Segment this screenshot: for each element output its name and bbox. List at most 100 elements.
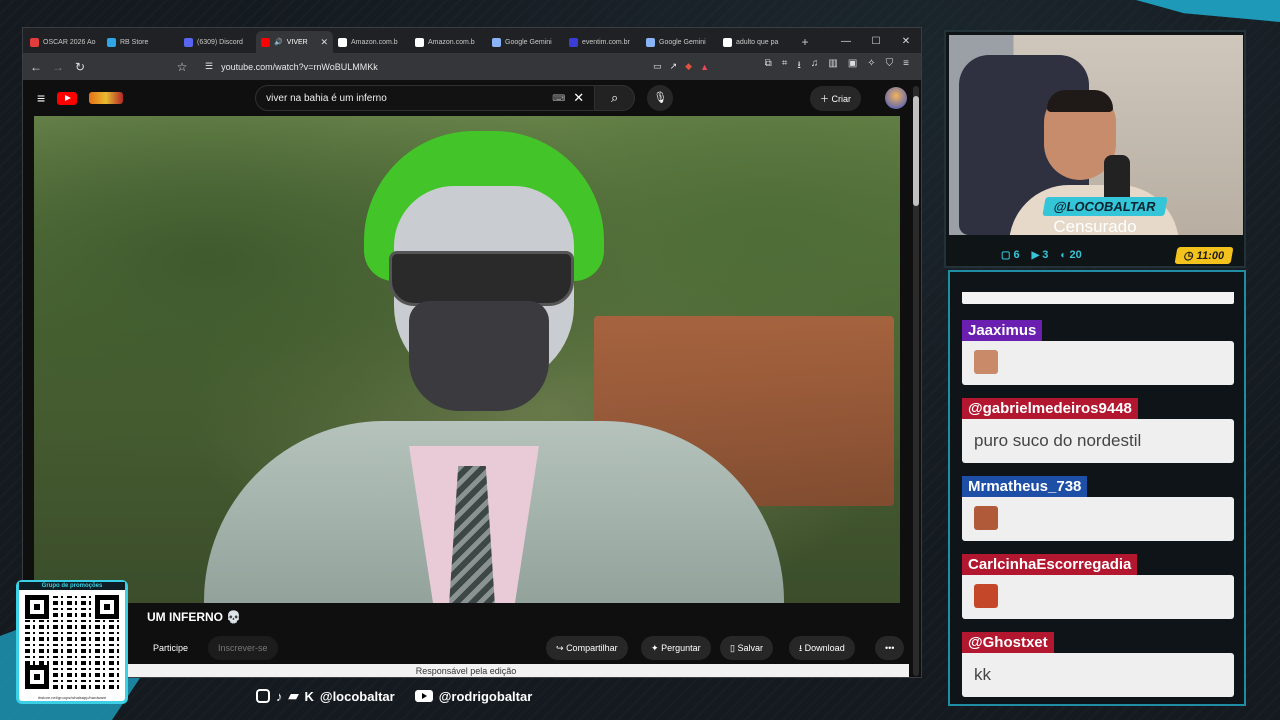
- search-button[interactable]: ⌕: [595, 85, 636, 111]
- cast-icon[interactable]: ▭: [653, 61, 662, 72]
- browser-tab[interactable]: OSCAR 2026 Ao: [25, 31, 102, 53]
- tab-label: VIVER: [286, 38, 308, 46]
- minimize-icon[interactable]: —: [831, 31, 861, 53]
- stream-stats: ▢ 6 ▶ 3 ◐ 20 ◷ 11:00: [946, 244, 1244, 266]
- save-icon: ▯: [730, 643, 735, 653]
- extension-shield-icon[interactable]: ◆: [685, 61, 692, 72]
- screenshot-icon[interactable]: ⌗: [782, 58, 788, 75]
- edit-credit-bar: Responsável pela edição: [23, 664, 909, 677]
- browser-tab[interactable]: adulto que pa: [718, 31, 795, 53]
- tab-label: (6309) Discord: [197, 38, 243, 46]
- browser-tab[interactable]: Google Gemini: [641, 31, 718, 53]
- download-icon[interactable]: ⭳: [797, 58, 801, 75]
- reload-icon[interactable]: ↻: [73, 60, 87, 74]
- kick-icon: K: [304, 688, 314, 704]
- browser-tab[interactable]: Amazon.com.b: [333, 31, 410, 53]
- youtube-page: ≡ viver na bahia é um inferno ⌨ ✕ ⌕ 🎙 ＋ …: [23, 80, 921, 677]
- tab-label: adulto que pa: [736, 38, 779, 46]
- extension-triangle-icon[interactable]: ▲: [700, 62, 709, 72]
- media-icon[interactable]: ♫: [811, 58, 819, 75]
- vpn-icon[interactable]: ⛉: [886, 58, 894, 75]
- chat-emote: [974, 584, 998, 608]
- youtube-count: ▶ 3: [1032, 249, 1049, 261]
- browser-tab[interactable]: RB Store: [102, 31, 179, 53]
- window-controls: — ☐ ✕: [831, 31, 921, 53]
- account-avatar[interactable]: [885, 87, 907, 109]
- create-button[interactable]: ＋ Criar: [809, 85, 861, 111]
- chat-count: ▢ 6: [1001, 249, 1020, 261]
- site-info-icon[interactable]: ☰: [205, 61, 213, 72]
- chat-username: @gabrielmedeiros9448: [962, 398, 1138, 419]
- url-text: youtube.com/watch?v=rnWoBULMMKk: [221, 61, 378, 72]
- url-input[interactable]: ☰ youtube.com/watch?v=rnWoBULMMKk ▭ ↗ ◆ …: [197, 56, 717, 77]
- sidebar-icon[interactable]: ▥: [828, 58, 837, 75]
- chat-message: CarlcinhaEscorregadia: [962, 554, 1234, 619]
- tab-label: Google Gemini: [659, 38, 706, 46]
- stream-status: Censurado: [1053, 217, 1137, 236]
- forward-icon[interactable]: →: [51, 60, 65, 74]
- tab-bar: OSCAR 2026 Ao RB Store (6309) Discord 🔊 VIVE…: [23, 28, 921, 53]
- youtube-logo-icon[interactable]: [57, 91, 78, 105]
- clear-search-icon[interactable]: ✕: [573, 90, 584, 106]
- save-label: Salvar: [737, 643, 763, 653]
- tab-audio-icon[interactable]: 🔊: [274, 38, 283, 46]
- browser-tab[interactable]: Amazon.com.b: [410, 31, 487, 53]
- video-title: UM INFERNO 💀: [147, 610, 242, 624]
- stream-timer: ◷ 11:00: [1174, 246, 1234, 264]
- twitch-icon: ◐: [1060, 250, 1067, 261]
- share-label: Compartilhar: [566, 643, 618, 653]
- ai-icon[interactable]: ✧: [867, 58, 875, 75]
- tab-favicon-icon: [30, 37, 39, 47]
- search-query: viver na bahia é um inferno: [266, 92, 387, 104]
- new-tab-button[interactable]: +: [795, 31, 815, 53]
- browser-tab[interactable]: eventim.com.br: [564, 31, 641, 53]
- more-icon: •••: [885, 643, 895, 653]
- scrollbar-thumb[interactable]: [913, 96, 919, 206]
- timer-value: 11:00: [1195, 249, 1225, 262]
- browser-tab[interactable]: (6309) Discord: [179, 31, 256, 53]
- twitch-logo-icon: ▰: [288, 688, 299, 703]
- menu-icon[interactable]: ≡: [903, 58, 909, 75]
- close-window-icon[interactable]: ✕: [891, 31, 921, 53]
- extensions-icon[interactable]: ⧉: [765, 58, 772, 75]
- ask-button[interactable]: ✦ Perguntar: [641, 636, 711, 660]
- twitch-count: ◐ 20: [1060, 249, 1081, 261]
- more-actions-button[interactable]: •••: [875, 636, 905, 660]
- subscribe-button[interactable]: Inscrever-se: [208, 636, 278, 660]
- mask-respirator: [409, 301, 549, 411]
- close-tab-icon[interactable]: ✕: [320, 37, 328, 48]
- youtube-doodle-logo[interactable]: [89, 92, 124, 104]
- chat-message: Mrmatheus_738: [962, 476, 1234, 541]
- streamer-handle: @LOCOBALTAR: [1042, 197, 1168, 216]
- hamburger-menu-icon[interactable]: ≡: [37, 90, 45, 106]
- maximize-icon[interactable]: ☐: [861, 31, 891, 53]
- keyboard-icon[interactable]: ⌨: [552, 93, 565, 104]
- search-input[interactable]: viver na bahia é um inferno ⌨ ✕: [255, 85, 596, 111]
- bookmark-icon[interactable]: ☆: [175, 60, 189, 74]
- download-arrow-icon: ⭳: [799, 643, 803, 653]
- voice-search-button[interactable]: 🎙: [647, 85, 674, 111]
- browser-tab[interactable]: Google Gemini: [487, 31, 564, 53]
- save-button[interactable]: ▯ Salvar: [720, 636, 773, 660]
- share-button[interactable]: ↪ Compartilhar: [546, 636, 628, 660]
- chat-message-text: puro suco do nordestil: [974, 431, 1142, 450]
- tab-label: OSCAR 2026 Ao: [43, 38, 96, 46]
- share-icon[interactable]: ↗: [670, 61, 678, 72]
- ask-label: Perguntar: [661, 643, 701, 653]
- chat-message-body: [962, 341, 1234, 385]
- youtube-count-value: 3: [1042, 249, 1049, 261]
- chat-message: Jaaximus: [962, 320, 1234, 385]
- social-handle-2: @rodrigobaltar: [438, 688, 533, 704]
- tab-favicon-icon: [646, 37, 655, 47]
- webcam-frame: @LOCOBALTAR Censurado ▢ 6 ▶ 3 ◐ 20 ◷ 11:00: [944, 30, 1246, 268]
- download-button[interactable]: ⭳ Download: [789, 636, 855, 660]
- chat-message: @gabrielmedeiros9448 puro suco do nordest…: [962, 398, 1234, 463]
- wallet-icon[interactable]: ▣: [848, 58, 857, 75]
- back-icon[interactable]: ←: [29, 60, 43, 74]
- qr-corner: [25, 665, 49, 689]
- browser-tab[interactable]: 🔊 VIVER ✕: [256, 31, 333, 53]
- page-scrollbar[interactable]: [913, 86, 919, 676]
- microphone-icon: 🎙: [653, 92, 668, 104]
- join-button[interactable]: Participe: [143, 636, 198, 660]
- video-player[interactable]: [34, 116, 900, 603]
